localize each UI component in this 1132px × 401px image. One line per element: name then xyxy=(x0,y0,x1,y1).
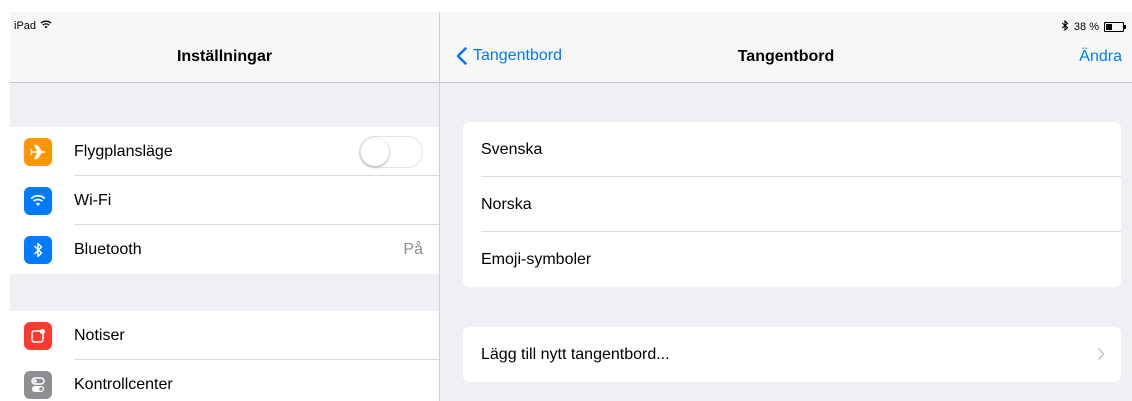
settings-row-notifications[interactable]: Notiser xyxy=(10,311,439,360)
keyboard-item-svenska[interactable]: Svenska xyxy=(463,122,1121,177)
settings-row-label: Notiser xyxy=(74,326,125,344)
keyboard-list: Svenska Norska Emoji-symboler xyxy=(463,122,1121,287)
keyboard-item-emoji[interactable]: Emoji-symboler xyxy=(463,232,1121,287)
settings-row-control-center[interactable]: Kontrollcenter xyxy=(10,360,439,401)
status-bar-right: 38 % xyxy=(1061,19,1126,34)
airplane-mode-toggle[interactable] xyxy=(359,135,423,168)
sidebar-navigation-bar: iPad Inställningar xyxy=(10,12,439,83)
control-center-icon xyxy=(24,370,52,399)
settings-row-wifi[interactable]: Wi-Fi xyxy=(10,176,439,225)
device-name: iPad xyxy=(14,20,37,32)
bluetooth-status-icon xyxy=(1061,19,1069,34)
settings-row-label: Bluetooth xyxy=(74,240,142,258)
keyboard-item-label: Emoji-symboler xyxy=(481,250,592,268)
settings-row-airplane-mode[interactable]: Flygplansläge xyxy=(10,127,439,176)
add-keyboard-row[interactable]: Lägg till nytt tangentbord... xyxy=(463,327,1121,382)
airplane-icon xyxy=(24,137,52,166)
settings-group-connectivity: Flygplansläge Wi-Fi Bluetooth På xyxy=(10,127,439,274)
keyboard-navigation-bar: 38 % Tangentbord Tangentbord Ändra xyxy=(440,12,1132,83)
settings-title: Inställningar xyxy=(176,48,273,65)
add-keyboard-label: Lägg till nytt tangentbord... xyxy=(481,345,670,363)
keyboard-page-title: Tangentbord xyxy=(737,48,835,65)
settings-group-system: Notiser Kontrollcenter xyxy=(10,311,439,401)
settings-row-label: Wi-Fi xyxy=(74,191,112,209)
status-bar-left: iPad xyxy=(14,20,52,32)
notifications-icon xyxy=(24,321,52,350)
keyboard-item-label: Svenska xyxy=(481,140,543,158)
settings-row-bluetooth[interactable]: Bluetooth På xyxy=(10,225,439,274)
battery-icon xyxy=(1104,22,1126,32)
battery-percentage: 38 % xyxy=(1073,21,1099,33)
keyboard-item-label: Norska xyxy=(481,195,532,213)
settings-row-label: Flygplansläge xyxy=(74,142,173,160)
wifi-status-icon xyxy=(40,20,52,32)
bluetooth-status-value: På xyxy=(403,240,423,258)
settings-sidebar: iPad Inställningar Flygplansläge Wi-Fi B… xyxy=(10,12,440,401)
wifi-icon xyxy=(24,186,52,215)
add-keyboard-group: Lägg till nytt tangentbord... xyxy=(463,327,1121,382)
bluetooth-icon xyxy=(24,235,52,264)
keyboard-item-norska[interactable]: Norska xyxy=(463,177,1121,232)
battery-level-fill xyxy=(1106,24,1112,30)
ipad-screen: iPad Inställningar Flygplansläge Wi-Fi B… xyxy=(10,12,1132,401)
chevron-right-icon xyxy=(1097,347,1105,361)
settings-row-label: Kontrollcenter xyxy=(74,375,173,393)
edit-button[interactable]: Ändra xyxy=(1079,48,1122,66)
toggle-knob xyxy=(361,137,389,166)
